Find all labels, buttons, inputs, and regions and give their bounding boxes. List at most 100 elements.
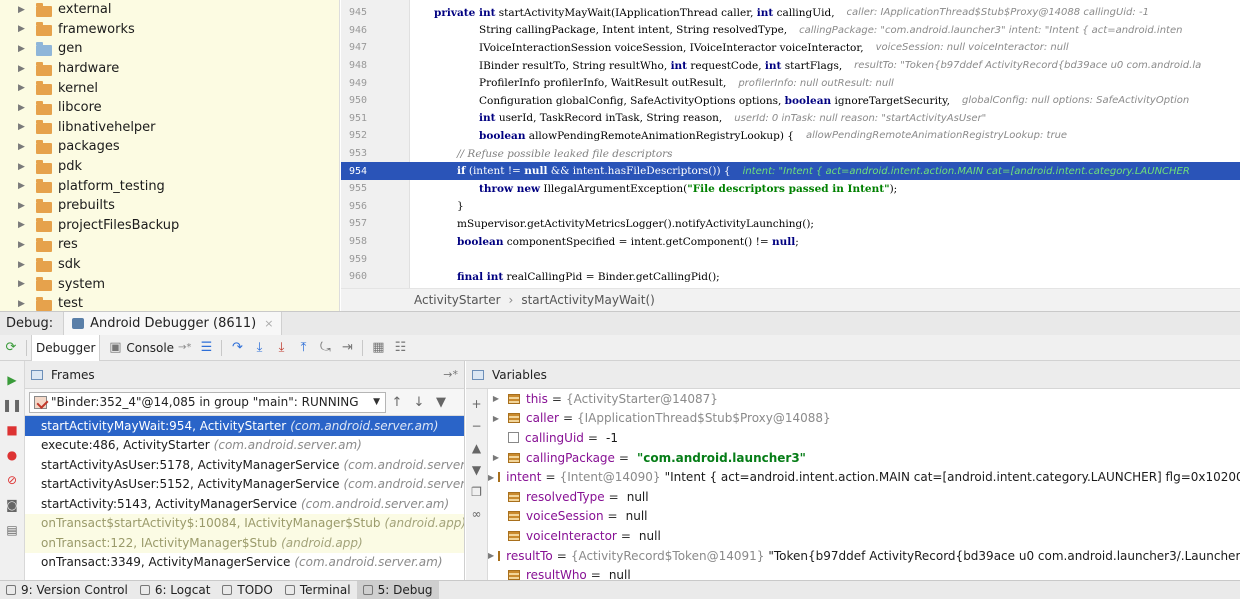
chevron-right-icon[interactable]: ▶ [18, 103, 30, 113]
code-line[interactable]: 954 if (intent != null && intent.hasFileD… [341, 162, 1240, 180]
chevron-right-icon[interactable]: ▶ [18, 220, 30, 230]
step-into-icon[interactable]: ⤓ [248, 337, 270, 359]
show-execution-point-icon[interactable]: ☰ [195, 337, 217, 359]
variable-row[interactable]: ▶ resultTo = {ActivityRecord$Token@14091} "T… [488, 546, 1240, 566]
tool-window-button[interactable]: TODO [216, 581, 278, 599]
chevron-right-icon[interactable]: ▶ [488, 414, 504, 423]
code-line[interactable]: 959 [341, 250, 1240, 268]
frame-row[interactable]: startActivityAsUser:5152, ActivityManage… [25, 475, 464, 495]
chevron-right-icon[interactable]: ▶ [18, 240, 30, 250]
tree-item[interactable]: ▶ gen [0, 39, 339, 59]
resume-icon[interactable]: ▶ [3, 371, 21, 389]
arrow-up-icon[interactable]: ↑ [386, 395, 408, 410]
tree-item[interactable]: ▶ test [0, 294, 339, 311]
chevron-right-icon[interactable]: ▶ [18, 162, 30, 172]
trace-icon[interactable]: ☷ [389, 337, 411, 359]
chevron-right-icon[interactable]: ▶ [18, 24, 30, 34]
tree-item[interactable]: ▶ projectFilesBackup [0, 216, 339, 236]
chevron-right-icon[interactable]: ▶ [18, 44, 30, 54]
variable-row[interactable]: voiceSession = null [488, 507, 1240, 527]
tool-window-button[interactable]: 5: Debug [356, 580, 439, 599]
tree-item[interactable]: ▶ platform_testing [0, 176, 339, 196]
chevron-right-icon[interactable]: ▶ [18, 142, 30, 152]
variable-row[interactable]: callingUid = -1 [488, 428, 1240, 448]
code-line[interactable]: 945 private int startActivityMayWait(IApp… [341, 4, 1240, 22]
code-line[interactable]: 960 final int realCallingPid = Binder.get… [341, 268, 1240, 286]
variable-row[interactable]: ▶ caller = {IApplicationThread$Stub$Proxy@1… [488, 409, 1240, 429]
code-line[interactable]: 949 ProfilerInfo profilerInfo, WaitResult… [341, 74, 1240, 92]
watches-icon[interactable]: ∞ [468, 505, 486, 523]
chevron-right-icon[interactable]: ▶ [18, 83, 30, 93]
tree-item[interactable]: ▶ res [0, 235, 339, 255]
drop-frame-icon[interactable]: ⤿ [314, 337, 336, 359]
move-up-icon[interactable]: ▲ [468, 439, 486, 457]
tree-item[interactable]: ▶ libnativehelper [0, 118, 339, 138]
chevron-right-icon[interactable]: ▶ [18, 5, 30, 15]
variable-row[interactable]: ▶ this = {ActivityStarter@14087} [488, 389, 1240, 409]
tree-item[interactable]: ▶ kernel [0, 78, 339, 98]
frame-row[interactable]: startActivityMayWait:954, ActivityStarte… [25, 416, 464, 436]
breadcrumb-class[interactable]: ActivityStarter [414, 293, 501, 307]
filter-icon[interactable]: ▼ [430, 395, 452, 410]
code-line[interactable]: 955 throw new IllegalArgumentException("F… [341, 180, 1240, 198]
chevron-right-icon[interactable]: ▶ [18, 299, 30, 309]
tool-window-button[interactable]: 9: Version Control [0, 581, 134, 599]
tree-item[interactable]: ▶ prebuilts [0, 196, 339, 216]
chevron-right-icon[interactable]: ▶ [18, 279, 30, 289]
code-line[interactable]: 958 boolean componentSpecified = intent.g… [341, 233, 1240, 251]
code-line[interactable]: 956} [341, 198, 1240, 216]
camera-icon[interactable]: ◙ [3, 496, 21, 514]
close-icon[interactable]: × [264, 317, 273, 330]
android-debugger-tab[interactable]: Android Debugger (8611) × [63, 311, 283, 336]
tree-item[interactable]: ▶ frameworks [0, 20, 339, 40]
variable-row[interactable]: resultWho = null [488, 565, 1240, 580]
chevron-right-icon[interactable]: ▶ [488, 551, 494, 560]
add-watch-icon[interactable]: + [468, 395, 486, 413]
tab-console[interactable]: ▣ Console →* [100, 335, 195, 361]
code-line[interactable]: 953 // Refuse possible leaked file descri… [341, 145, 1240, 163]
code-line[interactable]: 946 String callingPackage, Intent intent,… [341, 22, 1240, 40]
variable-row[interactable]: ▶ callingPackage = "com.android.launcher3" [488, 448, 1240, 468]
code-line[interactable]: 950 Configuration globalConfig, SafeActiv… [341, 92, 1240, 110]
code-line[interactable]: 957 mSupervisor.getActivityMetricsLogger(… [341, 215, 1240, 233]
tree-item[interactable]: ▶ packages [0, 137, 339, 157]
evaluate-expression-icon[interactable]: ▦ [367, 337, 389, 359]
frame-row[interactable]: onTransact$startActivity$:10084, IActivi… [25, 513, 464, 533]
tree-item[interactable]: ▶ external [0, 0, 339, 20]
remove-watch-icon[interactable]: − [468, 417, 486, 435]
step-out-icon[interactable]: ⤒ [292, 337, 314, 359]
tab-debugger[interactable]: Debugger [31, 334, 101, 361]
pause-icon[interactable]: ❚❚ [2, 396, 22, 414]
run-to-cursor-icon[interactable]: ⇥ [336, 337, 358, 359]
stop-icon[interactable]: ■ [3, 421, 21, 439]
mute-breakpoints-icon[interactable]: ⊘ [3, 471, 21, 489]
force-step-into-icon[interactable]: ⤓ [270, 337, 292, 359]
rerun-icon[interactable]: ⟳ [0, 337, 22, 359]
code-line[interactable]: 952 boolean allowPendingRemoteAnimationRe… [341, 127, 1240, 145]
copy-icon[interactable]: ❐ [468, 483, 486, 501]
tree-item[interactable]: ▶ libcore [0, 98, 339, 118]
tree-item[interactable]: ▶ system [0, 274, 339, 294]
restore-layout-icon[interactable]: ▤ [3, 521, 21, 539]
frame-row[interactable]: onTransact:122, IActivityManager$Stub (an… [25, 533, 464, 553]
code-editor[interactable]: 945 private int startActivityMayWait(IApp… [341, 0, 1240, 288]
thread-dropdown[interactable]: "Binder:352_4"@14,085 in group "main": R… [29, 391, 386, 413]
arrow-down-icon[interactable]: ↓ [408, 395, 430, 410]
frame-row[interactable]: onTransact:3349, ActivityManagerService(… [25, 553, 464, 573]
chevron-right-icon[interactable]: ▶ [18, 122, 30, 132]
frame-row[interactable]: startActivity:5143, ActivityManagerServi… [25, 494, 464, 514]
tree-item[interactable]: ▶ pdk [0, 157, 339, 177]
move-down-icon[interactable]: ▼ [468, 461, 486, 479]
chevron-right-icon[interactable]: ▶ [18, 181, 30, 191]
tool-window-button[interactable]: Terminal [279, 581, 357, 599]
variable-row[interactable]: resolvedType = null [488, 487, 1240, 507]
code-line[interactable]: 948 IBinder resultTo, String resultWho, i… [341, 57, 1240, 75]
tree-item[interactable]: ▶ hardware [0, 59, 339, 79]
frames-pin-icon[interactable]: →* [443, 368, 458, 381]
chevron-right-icon[interactable]: ▶ [488, 453, 504, 462]
chevron-right-icon[interactable]: ▶ [18, 64, 30, 74]
tool-window-button[interactable]: 6: Logcat [134, 581, 217, 599]
code-line[interactable]: 951 int userId, TaskRecord inTask, String… [341, 110, 1240, 128]
chevron-right-icon[interactable]: ▶ [18, 201, 30, 211]
view-breakpoints-icon[interactable]: ● [3, 446, 21, 464]
